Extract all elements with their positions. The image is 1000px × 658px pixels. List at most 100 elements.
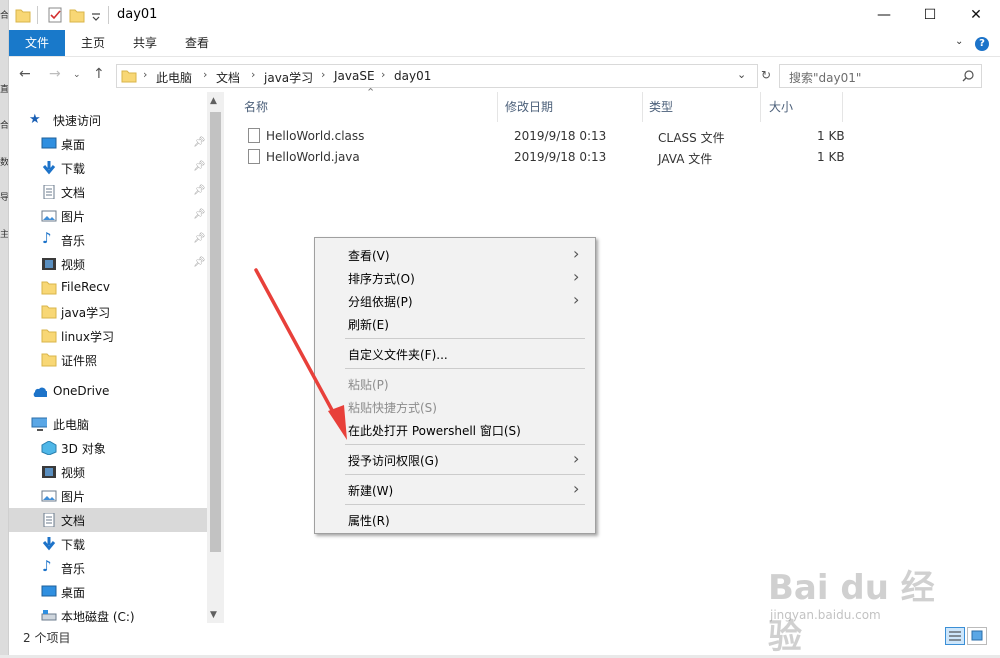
menu-item-sort-by[interactable]: 排序方式(O) › <box>315 266 595 289</box>
sidebar-item-java[interactable]: java学习 <box>9 300 207 324</box>
column-divider[interactable] <box>642 92 643 122</box>
sidebar-item-label: 视频 <box>61 258 86 272</box>
pin-icon[interactable]: 📌︎ <box>193 161 206 172</box>
sidebar-item-pc-music[interactable]: ♪ 音乐 <box>9 556 207 580</box>
minimize-button[interactable]: — <box>861 0 907 30</box>
pin-icon[interactable]: 📌︎ <box>193 185 206 196</box>
background-window-edge: 合直合数导主 <box>0 0 9 655</box>
sidebar-item-label: 文档 <box>61 514 86 528</box>
back-arrow-icon[interactable]: ← <box>19 66 31 82</box>
column-header-type[interactable]: 类型 <box>649 98 673 115</box>
sidebar-item-label: 音乐 <box>61 234 86 248</box>
scroll-up-icon[interactable]: ▲ <box>210 96 217 106</box>
sidebar-item-filerecv[interactable]: FileRecv <box>9 276 207 300</box>
recent-locations-icon[interactable]: ⌄ <box>73 70 81 80</box>
sidebar-item-id-photos[interactable]: 证件照 <box>9 348 207 372</box>
file-icon <box>248 149 260 164</box>
tab-share[interactable]: 共享 <box>121 30 169 56</box>
item-count: 2 个项目 <box>23 631 71 645</box>
tab-home[interactable]: 主页 <box>69 30 117 56</box>
refresh-icon[interactable]: ↻ <box>761 68 771 82</box>
sidebar-item-pc-documents[interactable]: 文档 <box>9 508 207 532</box>
help-icon[interactable]: ? <box>975 37 989 51</box>
menu-item-refresh[interactable]: 刷新(E) <box>315 312 595 335</box>
sidebar-item-3d-objects[interactable]: 3D 对象 <box>9 436 207 460</box>
table-row[interactable]: HelloWorld.class 2019/9/18 0:13 CLASS 文件… <box>244 126 845 147</box>
sidebar-item-label: 下载 <box>61 538 86 552</box>
menu-item-label: 新建(W) <box>348 484 394 498</box>
column-divider[interactable] <box>842 92 843 122</box>
maximize-button[interactable]: ☐ <box>907 0 953 30</box>
watermark-url: jingyan.baidu.com <box>770 608 881 622</box>
breadcrumb-documents[interactable]: 文档 <box>216 69 240 86</box>
column-divider[interactable] <box>497 92 498 122</box>
column-header-size[interactable]: 大小 <box>769 98 793 115</box>
sidebar-item-music[interactable]: ♪ 音乐 📌︎ <box>9 228 207 252</box>
sidebar-scrollbar[interactable]: ▲ ▼ <box>207 92 224 623</box>
large-icons-view-button[interactable] <box>967 627 987 645</box>
download-arrow-icon <box>42 537 56 551</box>
scrollbar-thumb[interactable] <box>210 112 221 552</box>
sidebar-item-onedrive[interactable]: OneDrive <box>9 380 207 404</box>
address-bar[interactable]: › 此电脑 › 文档 › java学习 › JavaSE › day01 ⌄ <box>116 64 758 88</box>
sidebar-item-linux[interactable]: linux学习 <box>9 324 207 348</box>
close-button[interactable]: ✕ <box>953 0 999 30</box>
sidebar-item-pc-desktop[interactable]: 桌面 <box>9 580 207 604</box>
menu-item-customize-folder[interactable]: 自定义文件夹(F)... <box>315 342 595 365</box>
sidebar-item-pc-pictures[interactable]: 图片 <box>9 484 207 508</box>
up-arrow-icon[interactable]: ↑ <box>93 66 105 82</box>
title-bar: day01 — ☐ ✕ <box>9 0 1000 30</box>
folder-icon <box>41 353 57 367</box>
menu-item-view[interactable]: 查看(V) › <box>315 243 595 266</box>
tab-view[interactable]: 查看 <box>173 30 221 56</box>
chevron-right-icon: › <box>573 290 580 309</box>
column-header-name[interactable]: 名称 <box>244 98 268 115</box>
sidebar-item-this-pc[interactable]: 此电脑 <box>9 412 207 436</box>
scroll-down-icon[interactable]: ▼ <box>210 610 217 620</box>
table-row[interactable]: HelloWorld.java 2019/9/18 0:13 JAVA 文件 1… <box>244 147 845 168</box>
menu-item-new[interactable]: 新建(W) › <box>315 478 595 501</box>
menu-item-properties[interactable]: 属性(R) <box>315 508 595 531</box>
sidebar-item-pc-downloads[interactable]: 下载 <box>9 532 207 556</box>
search-input[interactable]: 搜索"day01" <box>779 64 982 88</box>
new-folder-icon[interactable] <box>69 6 85 24</box>
tab-file[interactable]: 文件 <box>9 30 65 56</box>
sidebar-item-desktop[interactable]: 桌面 📌︎ <box>9 132 207 156</box>
sidebar-item-label: linux学习 <box>61 330 114 344</box>
column-divider[interactable] <box>760 92 761 122</box>
folder-icon <box>41 305 57 319</box>
pin-icon[interactable]: 📌︎ <box>193 257 206 268</box>
pin-icon[interactable]: 📌︎ <box>193 233 206 244</box>
sidebar-item-quick-access[interactable]: ★ 快速访问 <box>9 108 207 132</box>
sidebar-item-pc-videos[interactable]: 视频 <box>9 460 207 484</box>
breadcrumb-this-pc[interactable]: 此电脑 <box>156 69 192 86</box>
sidebar-item-pictures[interactable]: 图片 📌︎ <box>9 204 207 228</box>
menu-item-open-powershell[interactable]: 在此处打开 Powershell 窗口(S) <box>315 418 595 441</box>
address-dropdown-icon[interactable]: ⌄ <box>737 68 746 81</box>
sidebar-item-documents[interactable]: 文档 📌︎ <box>9 180 207 204</box>
navigation-bar: ← → ⌄ ↑ › 此电脑 › 文档 › java学习 › JavaSE › d… <box>9 58 1000 92</box>
pin-icon[interactable]: 📌︎ <box>193 209 206 220</box>
pin-icon[interactable]: 📌︎ <box>193 137 206 148</box>
sidebar-item-label: FileRecv <box>61 280 110 294</box>
sidebar-item-videos[interactable]: 视频 📌︎ <box>9 252 207 276</box>
menu-item-give-access[interactable]: 授予访问权限(G) › <box>315 448 595 471</box>
sidebar-item-label: 证件照 <box>61 354 98 368</box>
chevron-right-icon: › <box>573 267 580 286</box>
ribbon-expand-icon[interactable]: ⌄ <box>955 36 963 47</box>
sort-ascending-icon: ⌃ <box>366 86 376 99</box>
column-header-modified[interactable]: 修改日期 <box>505 98 553 115</box>
document-icon <box>43 185 55 199</box>
forward-arrow-icon[interactable]: → <box>49 66 61 82</box>
customize-toolbar-icon[interactable] <box>89 6 103 24</box>
file-name: HelloWorld.java <box>266 150 360 164</box>
menu-item-label: 排序方式(O) <box>348 272 415 286</box>
star-icon: ★ <box>29 112 41 127</box>
breadcrumb-java[interactable]: java学习 <box>264 69 313 86</box>
breadcrumb-javase[interactable]: JavaSE <box>334 69 375 83</box>
properties-icon[interactable] <box>47 6 63 24</box>
breadcrumb-day01[interactable]: day01 <box>394 69 431 83</box>
sidebar-item-downloads[interactable]: 下载 📌︎ <box>9 156 207 180</box>
menu-item-group-by[interactable]: 分组依据(P) › <box>315 289 595 312</box>
file-type: CLASS 文件 <box>658 131 725 145</box>
